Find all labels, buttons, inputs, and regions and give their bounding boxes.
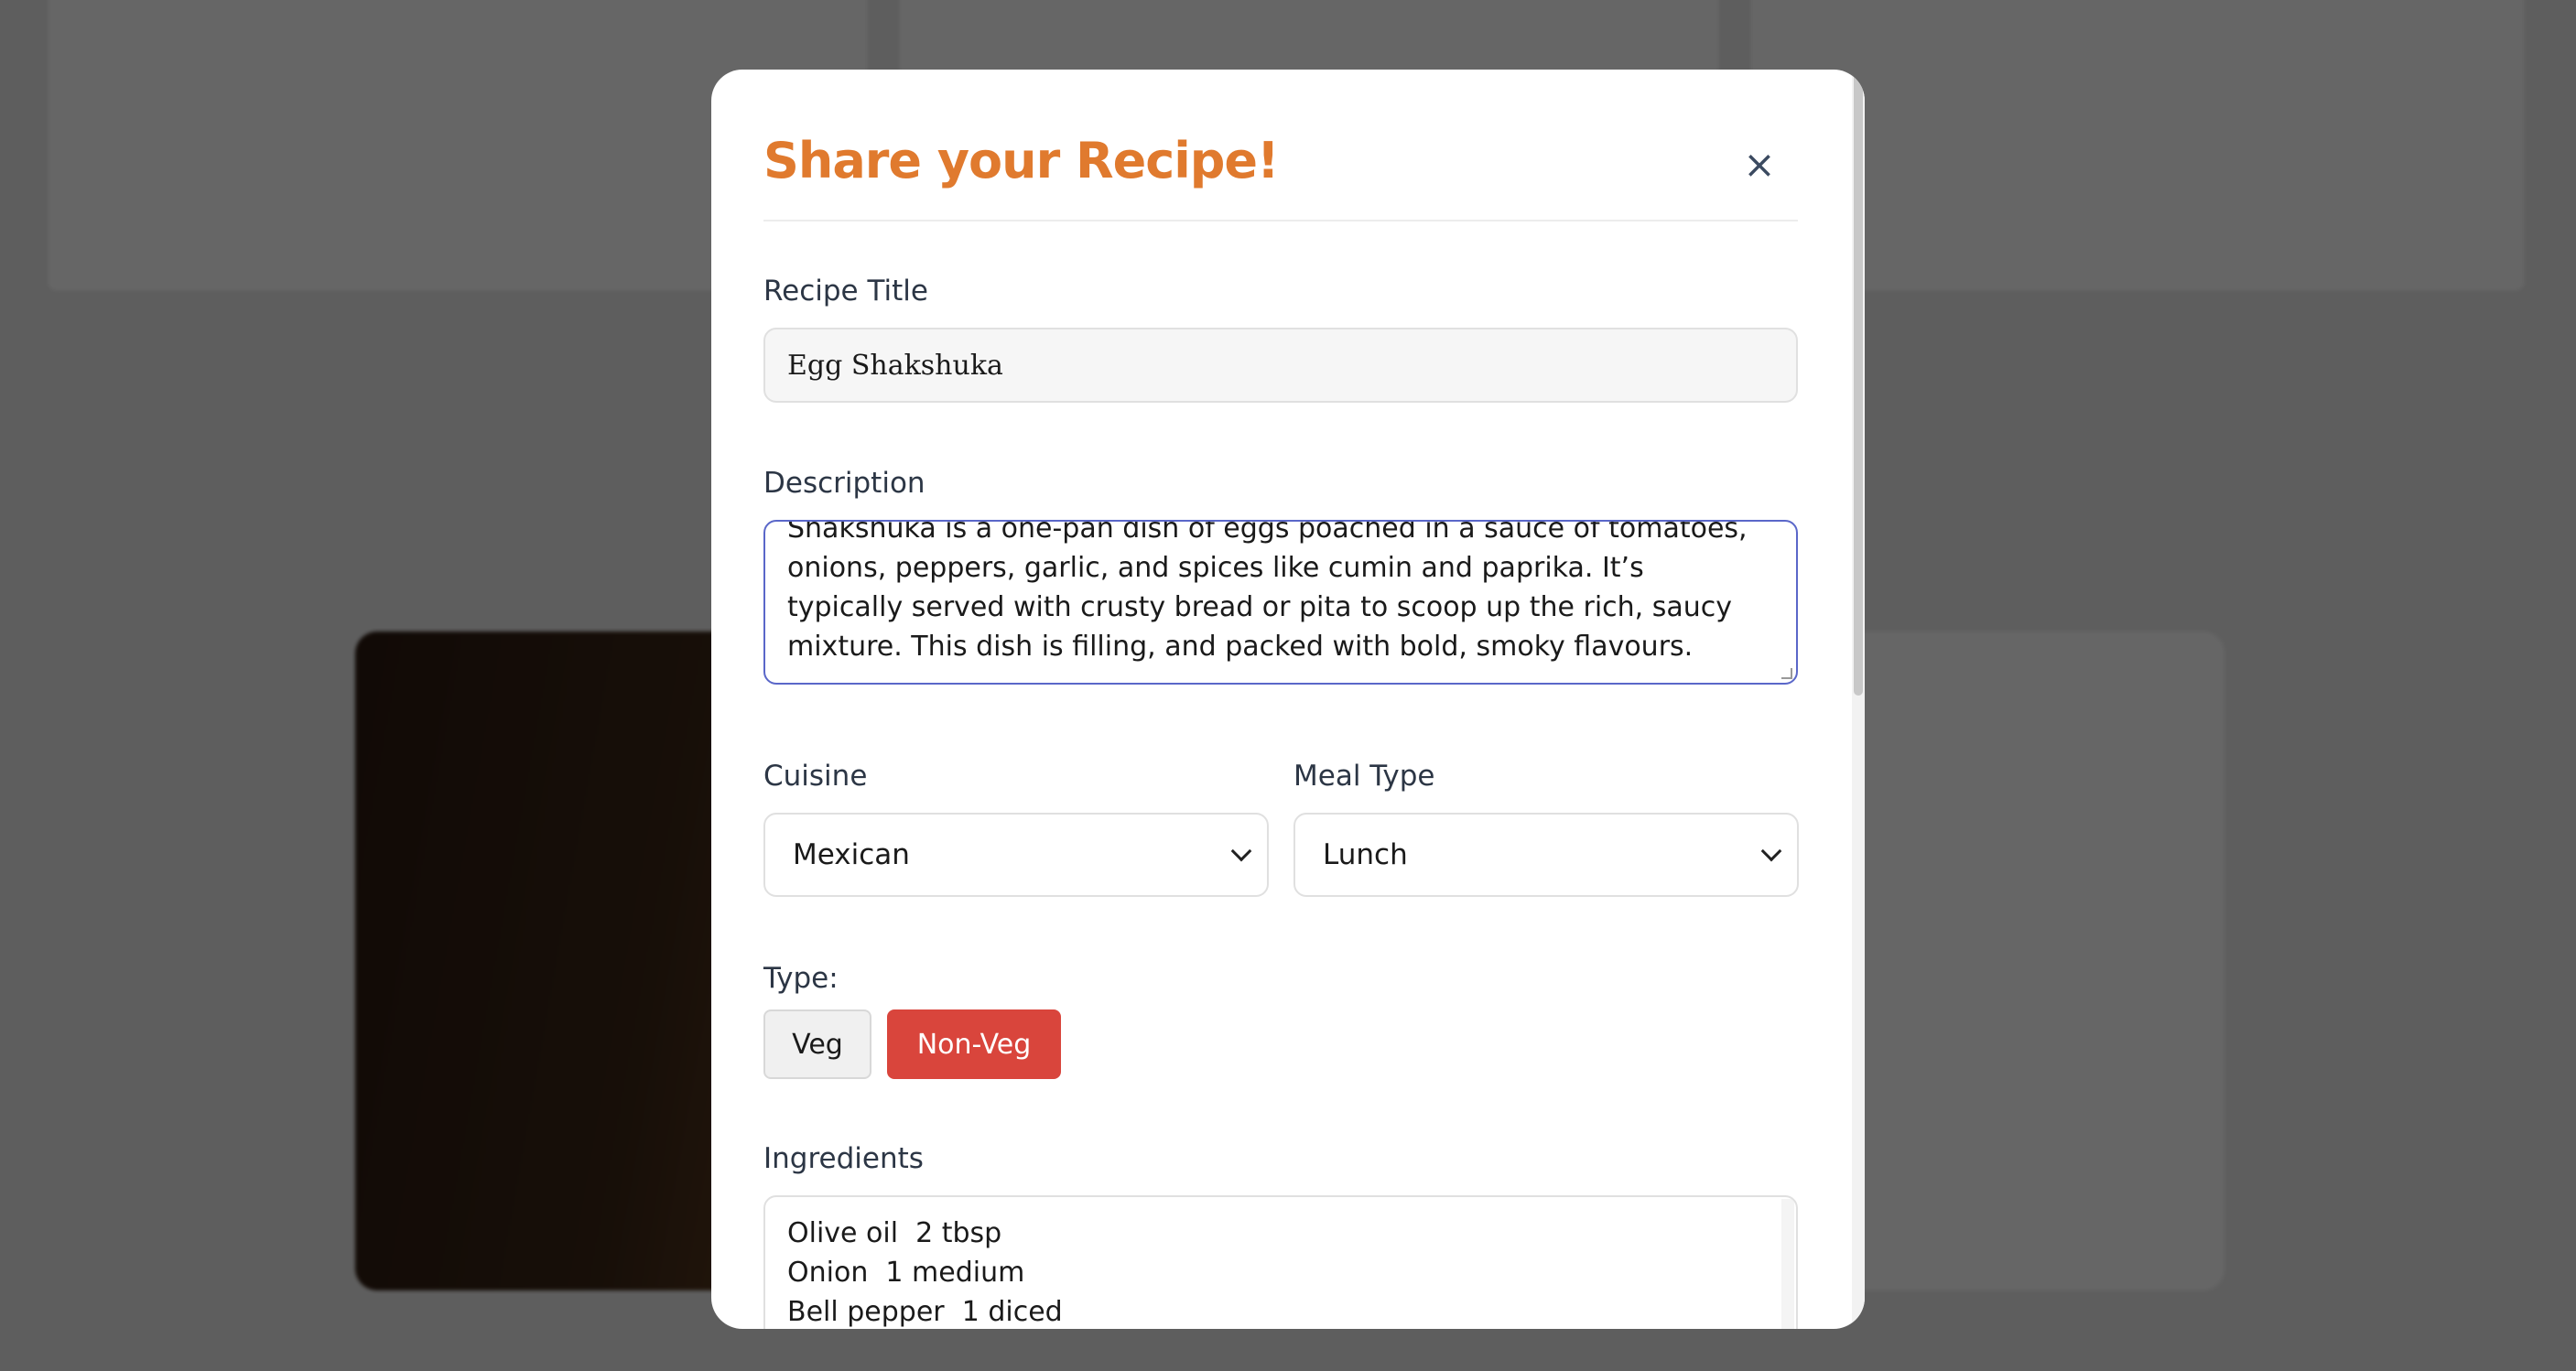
non-veg-toggle-button[interactable]: Non-Veg (887, 1009, 1061, 1079)
recipe-title-value: Egg Shakshuka (787, 349, 1003, 382)
ingredients-scrollbar[interactable] (1781, 1199, 1794, 1329)
veg-label: Veg (792, 1028, 843, 1061)
description-value: Shakshuka is a one-pan dish of eggs poac… (787, 520, 1748, 663)
modal-header: Share your Recipe! × (763, 124, 1798, 221)
meal-type-selected-value: Lunch (1323, 838, 1408, 871)
resize-handle-icon[interactable] (1781, 668, 1792, 679)
non-veg-label: Non-Veg (916, 1028, 1032, 1061)
ingredients-value: Olive oil 2 tbsp Onion 1 medium Bell pep… (787, 1217, 1063, 1328)
cuisine-selected-value: Mexican (793, 838, 910, 871)
veg-toggle-button[interactable]: Veg (763, 1009, 871, 1079)
recipe-title-input[interactable]: Egg Shakshuka (763, 328, 1798, 403)
modal-scrollbar-thumb[interactable] (1854, 73, 1863, 696)
type-label: Type: (763, 962, 839, 995)
description-label: Description (763, 467, 925, 500)
close-button[interactable]: × (1739, 145, 1780, 185)
chevron-down-icon (1760, 840, 1782, 862)
meal-type-label: Meal Type (1293, 760, 1435, 793)
meal-type-select[interactable]: Lunch (1293, 813, 1799, 897)
modal-scrollbar[interactable] (1852, 70, 1865, 1329)
description-textarea[interactable]: Shakshuka is a one-pan dish of eggs poac… (763, 520, 1798, 685)
recipe-title-label: Recipe Title (763, 275, 928, 308)
chevron-down-icon (1230, 840, 1252, 862)
close-icon: × (1743, 142, 1776, 187)
ingredients-textarea[interactable]: Olive oil 2 tbsp Onion 1 medium Bell pep… (763, 1195, 1798, 1329)
cuisine-label: Cuisine (763, 760, 868, 793)
modal-title: Share your Recipe! (763, 132, 1280, 189)
modal-body: Share your Recipe! × Recipe Title Egg Sh… (711, 70, 1865, 1329)
ingredients-label: Ingredients (763, 1142, 924, 1175)
cuisine-select[interactable]: Mexican (763, 813, 1269, 897)
share-recipe-modal: Share your Recipe! × Recipe Title Egg Sh… (711, 70, 1865, 1329)
